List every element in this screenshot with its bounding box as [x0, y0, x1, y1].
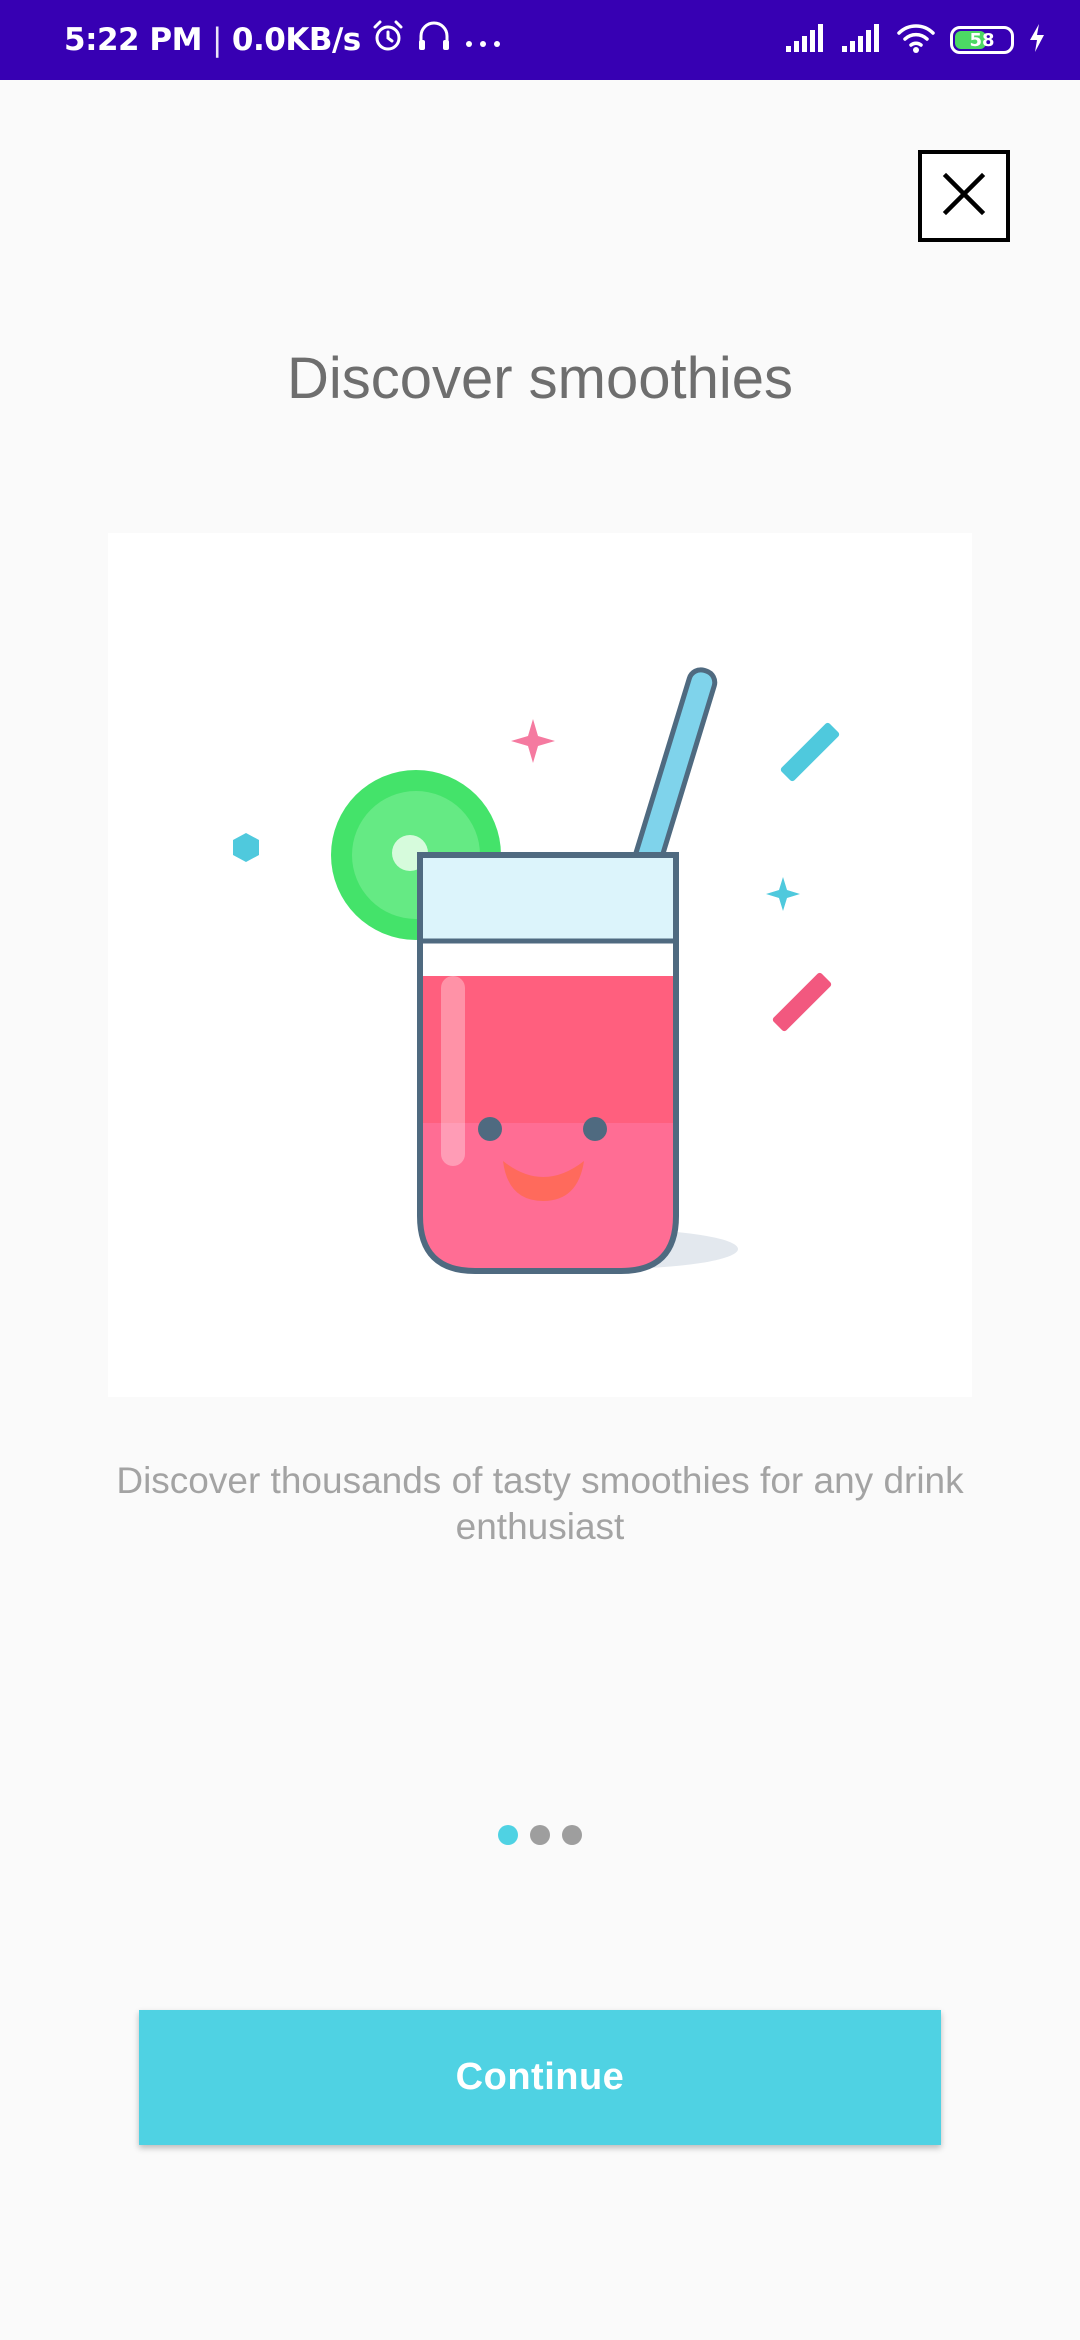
- signal-icon: [840, 22, 882, 59]
- onboarding-description: Discover thousands of tasty smoothies fo…: [116, 1460, 964, 1547]
- headset-icon: [415, 19, 453, 61]
- battery-level-text: 58: [969, 29, 995, 51]
- alarm-icon: [371, 19, 405, 61]
- clock-text: 5:22 PM: [64, 22, 202, 58]
- onboarding-title: Discover smoothies: [286, 346, 794, 411]
- smoothie-glass-illustration: [108, 533, 972, 1397]
- status-separator: |: [211, 22, 222, 58]
- page-dot: [562, 1825, 582, 1845]
- status-bar-left: 5:22 PM | 0.0KB/s: [64, 19, 503, 61]
- battery-icon: 58: [950, 26, 1014, 54]
- status-bar: 5:22 PM | 0.0KB/s 58: [0, 0, 1080, 80]
- close-icon: [942, 172, 986, 221]
- wifi-icon: [896, 22, 936, 59]
- page-indicator: [0, 1825, 1080, 1845]
- page-dot: [530, 1825, 550, 1845]
- close-button[interactable]: [918, 150, 1010, 242]
- status-bar-right: 58: [784, 22, 1046, 59]
- charging-icon: [1028, 23, 1046, 58]
- more-dots-icon: [463, 22, 503, 58]
- network-speed-text: 0.0KB/s: [231, 22, 361, 58]
- signal-icon: [784, 22, 826, 59]
- page-dot: [498, 1825, 518, 1845]
- continue-button[interactable]: Continue: [139, 2010, 941, 2145]
